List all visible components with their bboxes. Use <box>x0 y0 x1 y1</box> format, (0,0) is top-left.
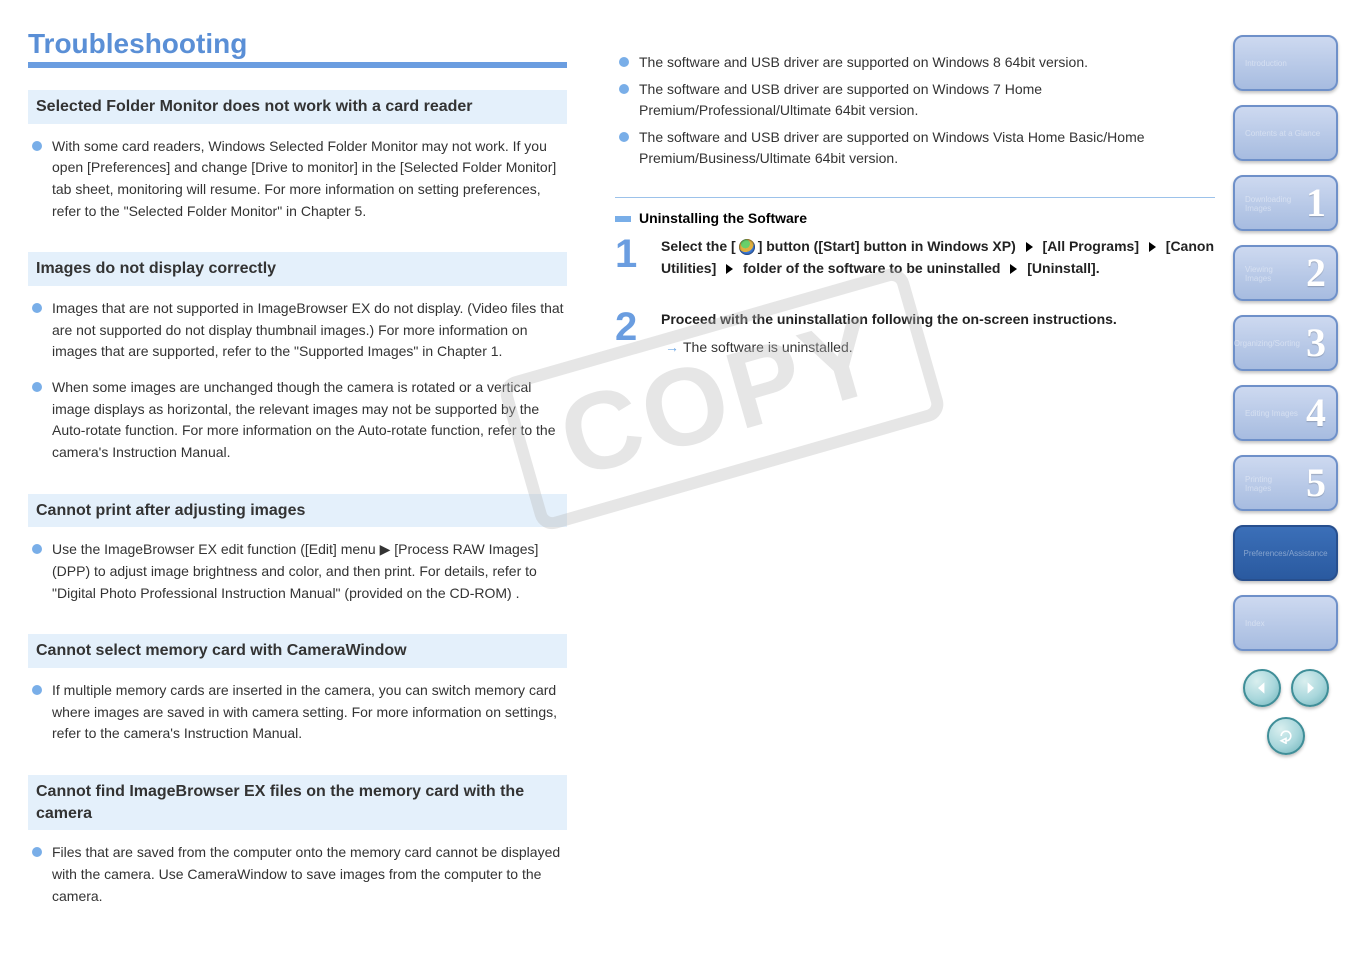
pager <box>1233 669 1338 707</box>
chapter-sidebar: Introduction Contents at a Glance Downlo… <box>1225 0 1350 954</box>
bullet-item: When some images are unchanged though th… <box>28 377 567 464</box>
title-underline <box>28 62 567 68</box>
step-number-1: 1 <box>615 236 661 279</box>
prev-page-button[interactable] <box>1243 669 1281 707</box>
nav-chapter-4[interactable]: Editing Images 4 <box>1233 385 1338 441</box>
step-number-2: 2 <box>615 309 661 358</box>
chevron-right-icon <box>1010 264 1017 274</box>
step-text: Select the [ <box>661 238 736 254</box>
section-divider <box>615 197 1215 198</box>
chevron-right-icon <box>1026 242 1033 252</box>
info-bullet: The software and USB driver are supporte… <box>615 52 1215 73</box>
subhead-1: Selected Folder Monitor does not work wi… <box>28 90 567 124</box>
step-text: [Uninstall]. <box>1027 260 1099 276</box>
nav-index[interactable]: Index <box>1233 595 1338 651</box>
step-note: The software is uninstalled. <box>683 339 853 355</box>
nav-chapter-3[interactable]: Organizing/Sorting 3 <box>1233 315 1338 371</box>
subhead-5: Cannot find ImageBrowser EX files on the… <box>28 775 567 830</box>
info-bullet: The software and USB driver are supporte… <box>615 79 1215 121</box>
nav-contents[interactable]: Contents at a Glance <box>1233 105 1338 161</box>
bullet-item: Use the ImageBrowser EX edit function ([… <box>28 539 567 604</box>
bullet-item: With some card readers, Windows Selected… <box>28 136 567 223</box>
subhead-2: Images do not display correctly <box>28 252 567 286</box>
nav-chapter-2[interactable]: Viewing Images 2 <box>1233 245 1338 301</box>
step-text: [All Programs] <box>1043 238 1139 254</box>
step-text: folder of the software to be uninstalled <box>743 260 1000 276</box>
nav-chapter-1[interactable]: Downloading Images 1 <box>1233 175 1338 231</box>
step-1: 1 Select the [ ] button ([Start] button i… <box>615 236 1215 279</box>
chevron-right-icon <box>1149 242 1156 252</box>
step-2: 2 Proceed with the uninstallation follow… <box>615 309 1215 358</box>
bullet-item: If multiple memory cards are inserted in… <box>28 680 567 745</box>
windows-logo-icon <box>739 239 755 255</box>
nav-preferences[interactable]: Preferences/Assistance <box>1233 525 1338 581</box>
info-bullet: The software and USB driver are supporte… <box>615 127 1215 169</box>
subhead-4: Cannot select memory card with CameraWin… <box>28 634 567 668</box>
step-title: Proceed with the uninstallation followin… <box>661 311 1117 327</box>
uninstall-heading: Uninstalling the Software <box>615 210 1215 226</box>
page-title: Troubleshooting <box>28 28 567 60</box>
step-text: ] button ([Start] button in Windows XP) <box>758 238 1016 254</box>
nav-chapter-5[interactable]: Printing Images 5 <box>1233 455 1338 511</box>
bullet-item: Images that are not supported in ImageBr… <box>28 298 567 363</box>
troubleshooting-column: Troubleshooting Selected Folder Monitor … <box>0 0 585 954</box>
chevron-right-icon <box>726 264 733 274</box>
next-page-button[interactable] <box>1291 669 1329 707</box>
return-button[interactable] <box>1267 717 1305 755</box>
subhead-3: Cannot print after adjusting images <box>28 494 567 528</box>
right-column: The software and USB driver are supporte… <box>585 0 1225 954</box>
nav-introduction[interactable]: Introduction <box>1233 35 1338 91</box>
bullet-item: Files that are saved from the computer o… <box>28 842 567 907</box>
